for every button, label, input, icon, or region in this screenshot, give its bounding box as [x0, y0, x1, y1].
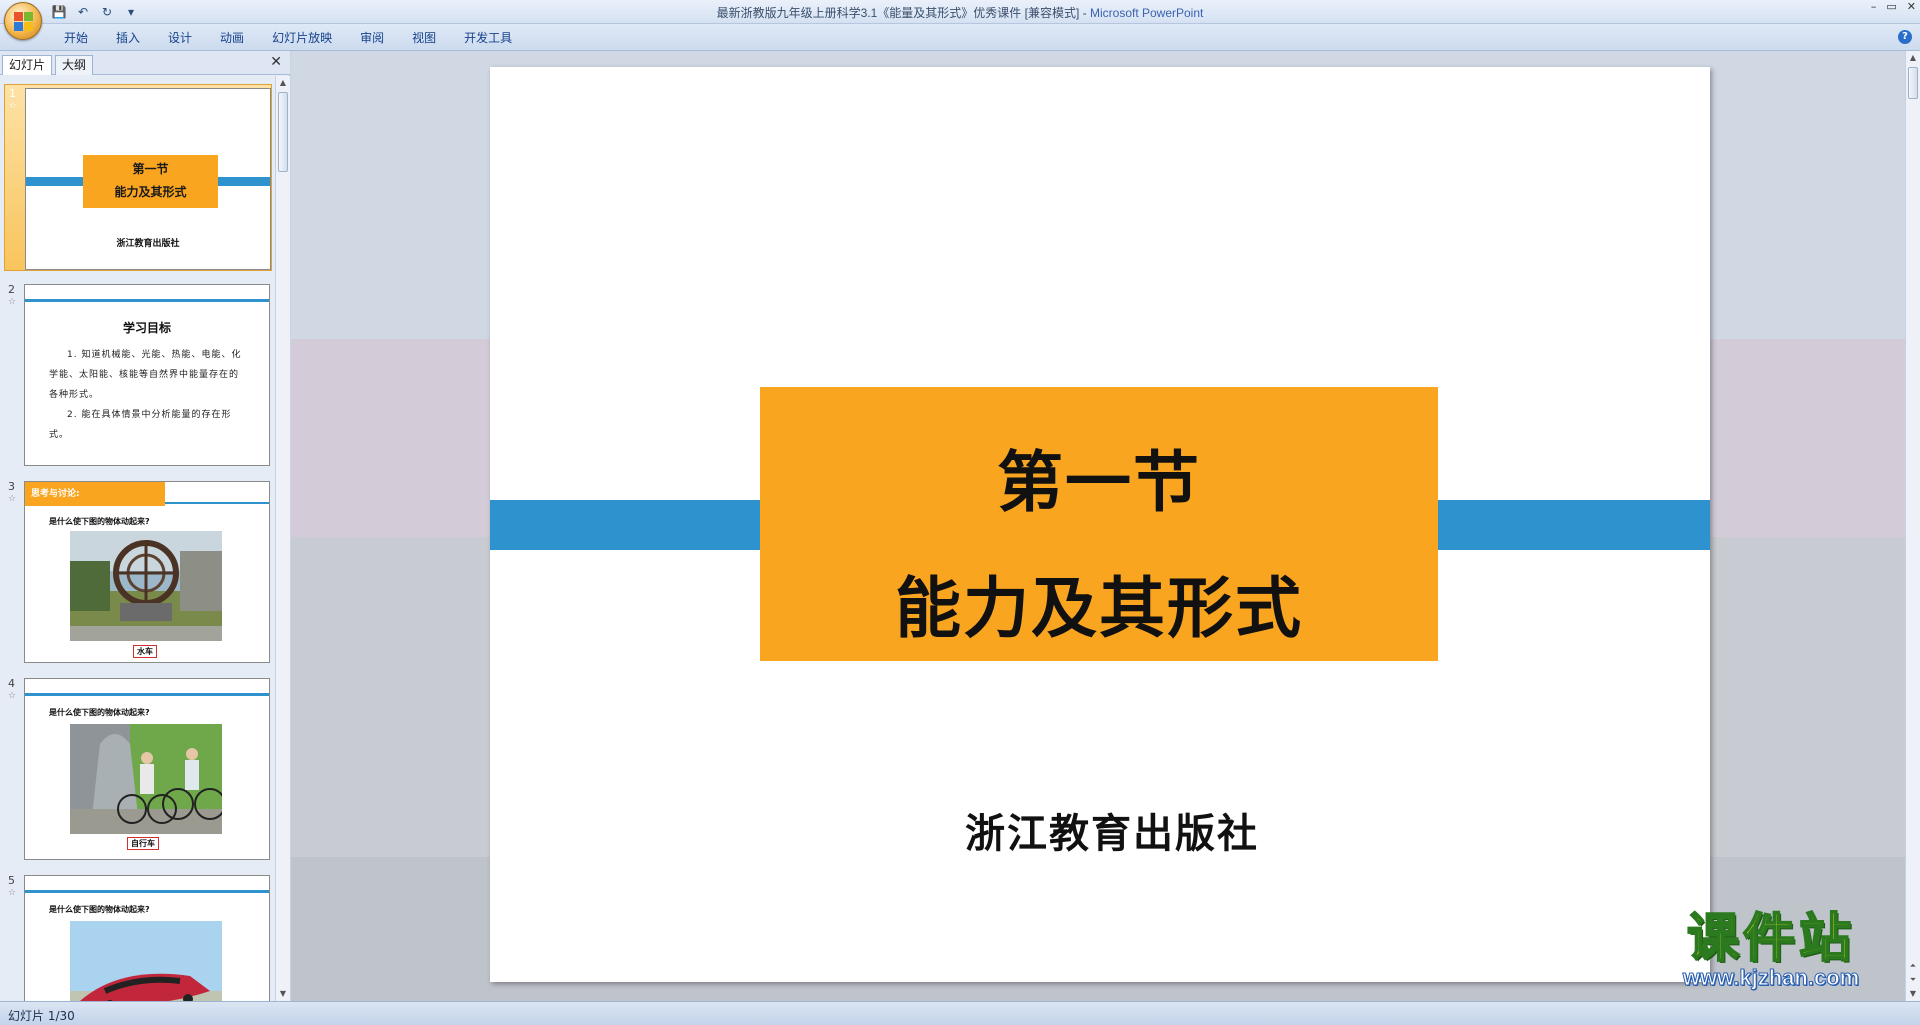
discussion-label: 思考与讨论: — [25, 482, 165, 506]
watermark-text: 课件站 — [1686, 909, 1855, 969]
thumbnail-canvas: 是什么使下图的物体动起来? — [24, 678, 270, 860]
animation-star-icon: ☆ — [8, 888, 17, 898]
thumb-title: 学习目标 — [122, 321, 171, 335]
tab-insert[interactable]: 插入 — [102, 29, 154, 47]
slide-title-line-2[interactable]: 能力及其形式 — [760, 555, 1438, 651]
slide-editor: 第一节 能力及其形式 浙江教育出版社 ▲ ⏶ ⏷ ▼ 课件站 www.kjzha… — [291, 51, 1920, 1001]
tab-slides[interactable]: 幻灯片 — [2, 55, 53, 75]
photo-caption: 水车 — [133, 645, 157, 658]
help-icon[interactable]: ? — [1898, 30, 1912, 44]
slide-thumbnail-1[interactable]: 1 ☆ 第一节 能力及其形式 浙江教育出版社 — [4, 84, 272, 271]
animation-star-icon: ☆ — [8, 691, 17, 701]
thumbnail-canvas: 学习目标 1. 知道机械能、光能、热能、电能、化学能、太阳能、核能等自然界中能量… — [24, 284, 270, 466]
app-name: Microsoft PowerPoint — [1089, 6, 1204, 20]
animation-star-icon: ☆ — [9, 101, 18, 111]
close-button[interactable]: ✕ — [1907, 0, 1916, 13]
tab-slide-show[interactable]: 幻灯片放映 — [258, 29, 346, 47]
slide-thumbnail-5[interactable]: 5 ☆ 是什么使下图的物体动起来? — [4, 872, 272, 1001]
title-box[interactable]: 第一节 能力及其形式 — [760, 387, 1438, 661]
window-controls: – ▭ ✕ — [1871, 0, 1916, 13]
slide-number: 2 — [8, 283, 15, 296]
scroll-thumb[interactable] — [1908, 67, 1918, 99]
title-box: 第一节 能力及其形式 — [83, 155, 218, 208]
scroll-down-icon[interactable]: ▼ — [276, 987, 290, 1001]
watermark-logo: 课件站 www.kjzhan.com — [1646, 909, 1896, 990]
office-button[interactable] — [4, 2, 42, 40]
scroll-up-icon[interactable]: ▲ — [276, 76, 290, 90]
objective-1: 1. 知道机械能、光能、热能、电能、化学能、太阳能、核能等自然界中能量存在的各种… — [49, 350, 242, 400]
tab-animations[interactable]: 动画 — [206, 29, 258, 47]
objective-2: 2. 能在具体情景中分析能量的存在形式。 — [49, 410, 232, 440]
animation-star-icon: ☆ — [8, 297, 17, 307]
slide-thumbnail-2[interactable]: 2 ☆ 学习目标 1. 知道机械能、光能、热能、电能、化学能、太阳能、核能等自然… — [4, 281, 272, 468]
ribbon: 开始 插入 设计 动画 幻灯片放映 审阅 视图 开发工具 ? — [0, 24, 1920, 51]
thumbnail-canvas: 思考与讨论: 是什么使下图的物体动起来? 水车 — [24, 481, 270, 663]
slide-number: 1 — [9, 87, 16, 100]
close-pane-icon[interactable]: ✕ — [270, 54, 282, 70]
slide-number: 4 — [8, 677, 15, 690]
editor-scrollbar[interactable]: ▲ ⏶ ⏷ ▼ — [1905, 51, 1920, 1001]
slides-pane: 幻灯片 大纲 ✕ 1 ☆ 第一节 能力及其形式 浙江教育出版社 2 ☆ 学习目标 — [0, 51, 290, 1001]
bicycle-photo — [70, 724, 222, 834]
scroll-thumb[interactable] — [278, 92, 288, 172]
minimize-button[interactable]: – — [1871, 0, 1877, 13]
tab-review[interactable]: 审阅 — [346, 29, 398, 47]
status-bar: 幻灯片 1/30 — [0, 1001, 1920, 1025]
pane-tabs: 幻灯片 大纲 ✕ — [0, 51, 290, 75]
watermark-url: www.kjzhan.com — [1682, 965, 1860, 990]
waterwheel-photo — [70, 531, 222, 641]
header-line — [25, 890, 269, 893]
ribbon-tabs: 开始 插入 设计 动画 幻灯片放映 审阅 视图 开发工具 — [50, 29, 526, 47]
tab-developer[interactable]: 开发工具 — [450, 29, 526, 47]
photo-caption: 自行车 — [127, 837, 159, 850]
thumbnail-canvas: 第一节 能力及其形式 浙江教育出版社 — [25, 88, 271, 270]
tab-design[interactable]: 设计 — [154, 29, 206, 47]
thumb-title-1: 第一节 — [132, 162, 169, 176]
header-line — [25, 299, 269, 302]
thumb-title-2: 能力及其形式 — [114, 185, 187, 199]
title-bar: 💾 ↶ ↻ ▾ 最新浙教版九年级上册科学3.1《能量及其形式》优秀课件 [兼容模… — [0, 0, 1920, 40]
tab-home[interactable]: 开始 — [50, 29, 102, 47]
office-logo-icon — [14, 12, 34, 32]
thumb-publisher: 浙江教育出版社 — [116, 239, 180, 249]
slide-thumbnail-3[interactable]: 3 ☆ 思考与讨论: 是什么使下图的物体动起来? 水车 — [4, 478, 272, 665]
window-title: 最新浙教版九年级上册科学3.1《能量及其形式》优秀课件 [兼容模式] - Mic… — [0, 4, 1920, 21]
slide-title-line-1[interactable]: 第一节 — [760, 429, 1438, 525]
thumb-question: 是什么使下图的物体动起来? — [49, 708, 150, 717]
slide-number: 3 — [8, 480, 15, 493]
previous-slide-icon[interactable]: ⏶ — [1906, 959, 1920, 973]
thumbnail-list: 1 ☆ 第一节 能力及其形式 浙江教育出版社 2 ☆ 学习目标 1. 知道机械能… — [0, 76, 274, 1001]
thumb-question: 是什么使下图的物体动起来? — [49, 905, 150, 914]
scroll-up-icon[interactable]: ▲ — [1906, 51, 1920, 65]
document-title: 最新浙教版九年级上册科学3.1《能量及其形式》优秀课件 [兼容模式] — [716, 6, 1080, 20]
thumbnail-scrollbar[interactable]: ▲ ▼ — [275, 76, 290, 1001]
slide-counter: 幻灯片 1/30 — [8, 1009, 75, 1023]
slide-number: 5 — [8, 874, 15, 887]
tab-outline[interactable]: 大纲 — [55, 55, 94, 75]
thumbnail-canvas: 是什么使下图的物体动起来? — [24, 875, 270, 1001]
maximize-button[interactable]: ▭ — [1886, 0, 1896, 13]
thumb-question: 是什么使下图的物体动起来? — [49, 517, 150, 526]
header-line — [165, 502, 269, 504]
tab-view[interactable]: 视图 — [398, 29, 450, 47]
slide-thumbnail-4[interactable]: 4 ☆ 是什么使下图的物体动起来? 自行车 — [4, 675, 272, 862]
title-separator: - — [1079, 6, 1090, 20]
scroll-down-icon[interactable]: ▼ — [1906, 987, 1920, 1001]
next-slide-icon[interactable]: ⏷ — [1906, 973, 1920, 987]
thumb-body: 1. 知道机械能、光能、热能、电能、化学能、太阳能、核能等自然界中能量存在的各种… — [49, 345, 247, 445]
solar-car-photo — [70, 921, 222, 1001]
slide-publisher[interactable]: 浙江教育出版社 — [490, 801, 1710, 859]
animation-star-icon: ☆ — [8, 494, 17, 504]
header-line — [25, 693, 269, 696]
slide-canvas[interactable]: 第一节 能力及其形式 浙江教育出版社 — [490, 67, 1710, 982]
